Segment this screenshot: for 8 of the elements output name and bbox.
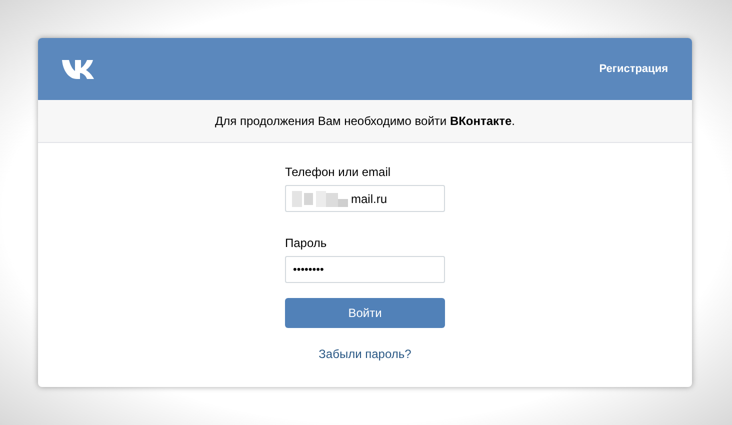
notice-text: Для продолжения Вам необходимо войти ВКонтакте. xyxy=(215,114,515,128)
login-label: Телефон или email xyxy=(285,165,392,179)
login-button[interactable]: Войти xyxy=(285,298,445,328)
password-field[interactable]: •••••••• xyxy=(285,256,445,283)
forgot-password-link[interactable]: Забыли пароль? xyxy=(318,347,412,361)
register-link[interactable]: Регистрация xyxy=(599,63,668,75)
password-label: Пароль xyxy=(285,236,328,250)
vk-logo-icon xyxy=(62,59,96,79)
